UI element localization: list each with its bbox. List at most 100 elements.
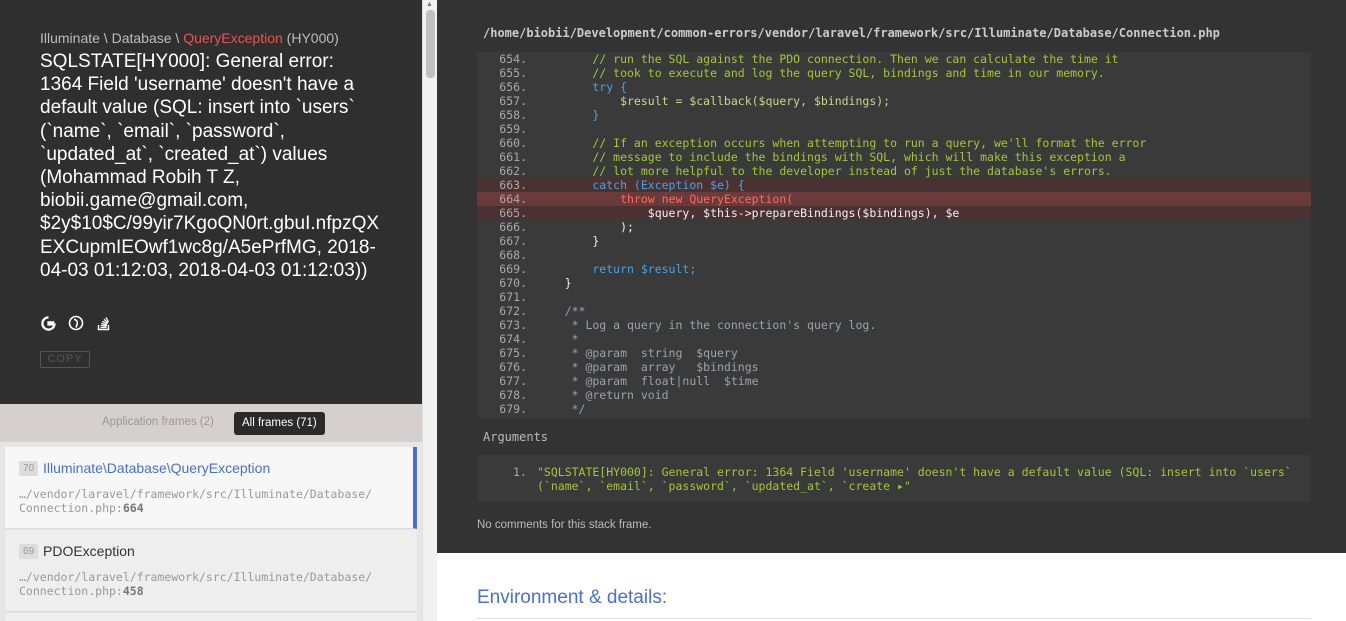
line-number: 674.: [499, 332, 527, 346]
line-number: 670.: [499, 276, 527, 290]
line-number: 678.: [499, 388, 527, 402]
line-number: 657.: [499, 94, 527, 108]
line-number: 658.: [499, 108, 527, 122]
frame-file-path[interactable]: /home/biobii/Development/common-errors/v…: [483, 26, 1220, 40]
line-source: * @param string $query: [537, 346, 738, 360]
frame-item-70[interactable]: 70 Illuminate\Database\QueryException …/…: [5, 447, 417, 529]
code-line: 675. * @param string $query: [477, 346, 1311, 360]
line-source: * @param array $bindings: [537, 360, 759, 374]
code-line: 658. }: [477, 108, 1311, 122]
line-source: try {: [537, 80, 628, 94]
line-source: );: [537, 220, 634, 234]
code-line: 654. // run the SQL against the PDO conn…: [477, 52, 1311, 66]
google-icon[interactable]: [40, 315, 56, 331]
argument-value[interactable]: "SQLSTATE[HY000]: General error: 1364 Fi…: [537, 465, 1297, 493]
code-line: 663. catch (Exception $e) {: [477, 178, 1311, 192]
line-number: 669.: [499, 262, 527, 276]
line-source: $query, $this->prepareBindings($bindings…: [537, 206, 960, 220]
tab-application-frames[interactable]: Application frames (2): [102, 416, 214, 428]
line-source: * Log a query in the connection's query …: [537, 318, 877, 332]
environment-title: Environment & details:: [477, 587, 668, 608]
frame-item-69[interactable]: 69 PDOException …/vendor/laravel/framewo…: [5, 530, 417, 612]
code-line: 665. $query, $this->prepareBindings($bin…: [477, 206, 1311, 220]
code-line: 669. return $result;: [477, 262, 1311, 276]
code-block: 654. // run the SQL against the PDO conn…: [477, 52, 1311, 418]
exception-message: SQLSTATE[HY000]: General error: 1364 Fie…: [40, 51, 380, 281]
line-number: 659.: [499, 122, 527, 136]
arguments-label: Arguments: [483, 430, 549, 444]
code-line: 679. */: [477, 402, 1311, 416]
line-number: 679.: [499, 402, 527, 416]
stackoverflow-icon[interactable]: [96, 315, 112, 331]
code-line: 678. * @return void: [477, 388, 1311, 402]
code-line: 662. // lot more helpful to the develope…: [477, 164, 1311, 178]
tab-all-frames[interactable]: All frames (71): [234, 412, 325, 435]
exception-breadcrumb: Illuminate \ Database \ QueryException (…: [40, 30, 339, 46]
line-number: 665.: [499, 206, 527, 220]
code-line: 659.: [477, 122, 1311, 136]
frames-scrollbar[interactable]: ▲: [422, 0, 437, 621]
code-line: 660. // If an exception occurs when atte…: [477, 136, 1311, 150]
code-line: 671.: [477, 290, 1311, 304]
details-panel: /home/biobii/Development/common-errors/v…: [437, 0, 1346, 621]
frame-class: Illuminate\Database\QueryException: [43, 460, 271, 476]
line-number: 664.: [499, 192, 527, 206]
frame-index: 70: [19, 461, 38, 476]
line-number: 667.: [499, 234, 527, 248]
scroll-up-arrow-icon[interactable]: ▲: [426, 1, 433, 8]
line-source: // message to include the bindings with …: [537, 150, 1126, 164]
line-source: }: [537, 108, 600, 122]
line-source: $result = $callback($query, $bindings);: [537, 94, 891, 108]
line-number: 663.: [499, 178, 527, 192]
frame-comments: No comments for this stack frame.: [477, 519, 652, 531]
line-source: }: [537, 276, 572, 290]
code-line: 655. // took to execute and log the quer…: [477, 66, 1311, 80]
frame-item-68[interactable]: [5, 613, 417, 621]
code-line: 667. }: [477, 234, 1311, 248]
code-line: 673. * Log a query in the connection's q…: [477, 318, 1311, 332]
code-line: 656. try {: [477, 80, 1311, 94]
code-line: 674. *: [477, 332, 1311, 346]
frame-file-path: …/vendor/laravel/framework/src/Illuminat…: [19, 487, 373, 515]
code-line: 672. /**: [477, 304, 1311, 318]
scrollbar-thumb[interactable]: [426, 10, 435, 78]
line-number: 672.: [499, 304, 527, 318]
frames-panel: Illuminate \ Database \ QueryException (…: [0, 0, 422, 621]
line-source: // If an exception occurs when attemptin…: [537, 136, 1147, 150]
code-line: 664. throw new QueryException(: [477, 192, 1311, 206]
code-line: 661. // message to include the bindings …: [477, 150, 1311, 164]
code-line: 677. * @param float|null $time: [477, 374, 1311, 388]
frame-file-path: …/vendor/laravel/framework/src/Illuminat…: [19, 570, 373, 598]
line-number: 668.: [499, 248, 527, 262]
code-line: 670. }: [477, 276, 1311, 290]
frame-file: …/vendor/laravel/framework/src/Illuminat…: [19, 487, 372, 515]
frame-line: 664: [122, 501, 144, 515]
frame-code-container: /home/biobii/Development/common-errors/v…: [437, 0, 1346, 553]
line-number: 666.: [499, 220, 527, 234]
line-number: 677.: [499, 374, 527, 388]
search-links: [40, 315, 112, 331]
line-source: // took to execute and log the query SQL…: [537, 66, 1105, 80]
line-number: 654.: [499, 52, 527, 66]
line-source: * @param float|null $time: [537, 374, 759, 388]
arguments-box: 1. "SQLSTATE[HY000]: General error: 1364…: [477, 455, 1311, 502]
line-number: 655.: [499, 66, 527, 80]
line-source: * @return void: [537, 388, 669, 402]
frames-filter: Application frames (2) All frames (71): [0, 404, 422, 442]
code-line: 666. );: [477, 220, 1311, 234]
code-line: 668.: [477, 248, 1311, 262]
line-source: */: [537, 402, 586, 416]
line-number: 662.: [499, 164, 527, 178]
line-source: throw new QueryException(: [537, 192, 794, 206]
frame-file: …/vendor/laravel/framework/src/Illuminat…: [19, 570, 372, 598]
line-number: 660.: [499, 136, 527, 150]
frame-class: PDOException: [43, 543, 135, 559]
argument-number: 1.: [513, 465, 527, 479]
frame-index: 69: [19, 544, 38, 559]
line-number: 671.: [499, 290, 527, 304]
line-source: return $result;: [537, 262, 697, 276]
line-number: 673.: [499, 318, 527, 332]
copy-button[interactable]: COPY: [40, 351, 90, 368]
duckduckgo-icon[interactable]: [68, 315, 84, 331]
exception-namespace: Illuminate \ Database \: [40, 30, 184, 46]
